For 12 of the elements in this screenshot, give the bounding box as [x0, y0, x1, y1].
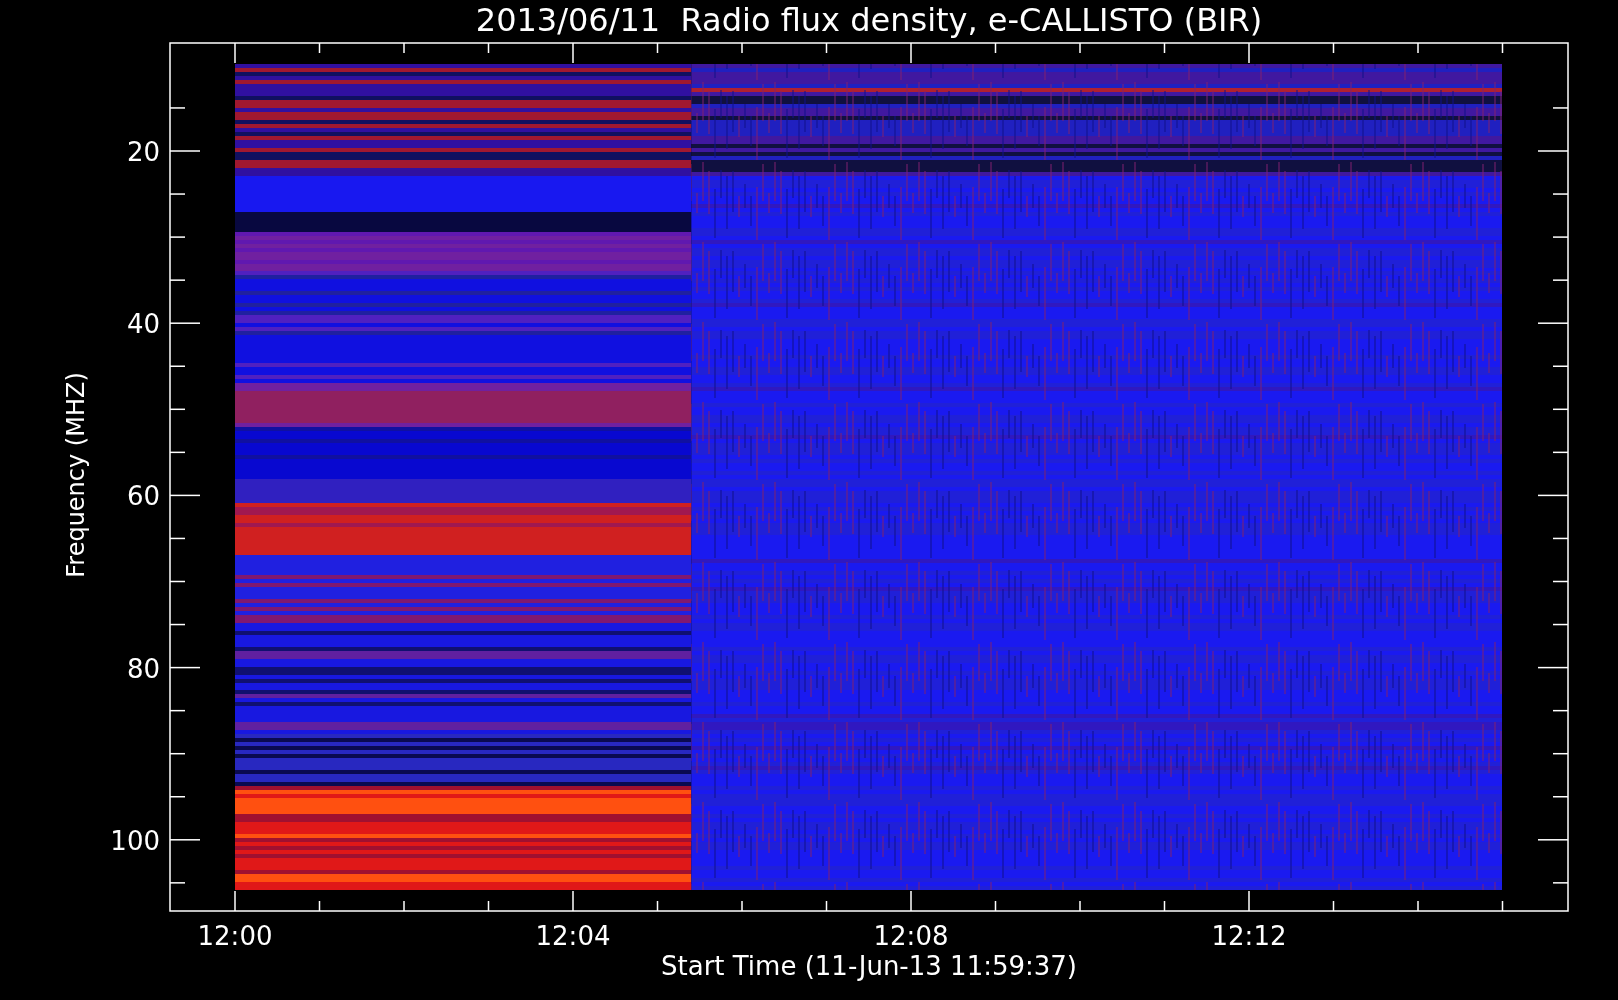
- x-axis-title: Start Time (11-Jun-13 11:59:37): [661, 951, 1077, 981]
- x-tick-label: 12:12: [1211, 921, 1287, 951]
- y-axis-title: Frequency (MHZ): [62, 372, 90, 578]
- y-tick-label: 40: [126, 309, 160, 340]
- y-tick-label: 60: [126, 481, 160, 512]
- x-tick-label: 12:04: [535, 921, 611, 951]
- x-tick-label: 12:08: [873, 921, 949, 951]
- chart-title: 2013/06/11 Radio flux density, e-CALLISTO (BIR): [475, 1, 1263, 39]
- y-tick-label: 20: [126, 137, 160, 167]
- y-tick-label: 80: [126, 653, 160, 684]
- x-tick-label: 12:00: [197, 921, 273, 951]
- y-tick-label: 100: [110, 825, 160, 856]
